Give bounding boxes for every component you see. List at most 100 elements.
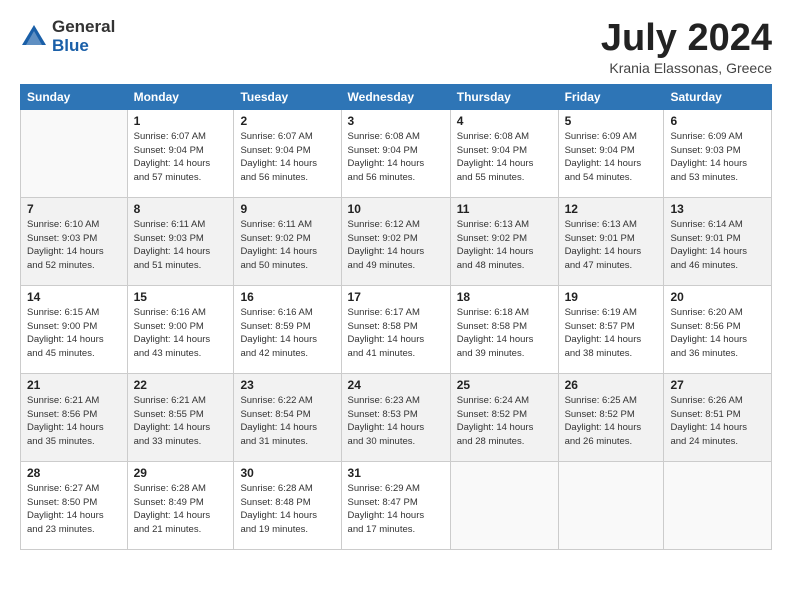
day-number: 11 <box>457 202 552 216</box>
day-info: Sunrise: 6:09 AM Sunset: 9:03 PM Dayligh… <box>670 130 765 185</box>
day-info: Sunrise: 6:07 AM Sunset: 9:04 PM Dayligh… <box>134 130 228 185</box>
calendar-cell: 28Sunrise: 6:27 AM Sunset: 8:50 PM Dayli… <box>21 461 128 549</box>
weekday-header-friday: Friday <box>558 84 664 109</box>
day-info: Sunrise: 6:16 AM Sunset: 8:59 PM Dayligh… <box>240 306 334 361</box>
weekday-header-row: SundayMondayTuesdayWednesdayThursdayFrid… <box>21 84 772 109</box>
day-number: 18 <box>457 290 552 304</box>
day-info: Sunrise: 6:20 AM Sunset: 8:56 PM Dayligh… <box>670 306 765 361</box>
day-number: 19 <box>565 290 658 304</box>
day-number: 9 <box>240 202 334 216</box>
weekday-header-saturday: Saturday <box>664 84 772 109</box>
day-number: 7 <box>27 202 121 216</box>
calendar-cell: 21 Sunrise: 6:21 AM Sunset: 8:56 PM Dayli… <box>21 373 128 461</box>
day-info: Sunrise: 6:29 AM Sunset: 8:47 PM Dayligh… <box>348 482 444 537</box>
calendar-cell: 20 Sunrise: 6:20 AM Sunset: 8:56 PM Dayli… <box>664 285 772 373</box>
header: General Blue July 2024 Krania Elassonas,… <box>20 18 772 76</box>
day-info: Sunrise: 6:21 AM Sunset: 8:55 PM Dayligh… <box>134 394 228 449</box>
day-info: Sunrise: 6:27 AM Sunset: 8:50 PM Dayligh… <box>27 482 121 537</box>
day-info: Sunrise: 6:09 AM Sunset: 9:04 PM Dayligh… <box>565 130 658 185</box>
day-info: Sunrise: 6:12 AM Sunset: 9:02 PM Dayligh… <box>348 218 444 273</box>
day-info: Sunrise: 6:24 AM Sunset: 8:52 PM Dayligh… <box>457 394 552 449</box>
week-row-2: 7 Sunrise: 6:10 AM Sunset: 9:03 PM Daylig… <box>21 197 772 285</box>
day-info: Sunrise: 6:22 AM Sunset: 8:54 PM Dayligh… <box>240 394 334 449</box>
calendar-cell <box>558 461 664 549</box>
day-info: Sunrise: 6:08 AM Sunset: 9:04 PM Dayligh… <box>457 130 552 185</box>
day-number: 12 <box>565 202 658 216</box>
day-number: 27 <box>670 378 765 392</box>
day-info: Sunrise: 6:13 AM Sunset: 9:02 PM Dayligh… <box>457 218 552 273</box>
day-number: 2 <box>240 114 334 128</box>
day-info: Sunrise: 6:07 AM Sunset: 9:04 PM Dayligh… <box>240 130 334 185</box>
calendar-cell: 9Sunrise: 6:11 AM Sunset: 9:02 PM Daylig… <box>234 197 341 285</box>
calendar-cell: 13Sunrise: 6:14 AM Sunset: 9:01 PM Dayli… <box>664 197 772 285</box>
logo-text: General Blue <box>52 18 115 55</box>
calendar-cell: 23 Sunrise: 6:22 AM Sunset: 8:54 PM Dayli… <box>234 373 341 461</box>
calendar-cell: 19 Sunrise: 6:19 AM Sunset: 8:57 PM Dayli… <box>558 285 664 373</box>
calendar-table: SundayMondayTuesdayWednesdayThursdayFrid… <box>20 84 772 550</box>
day-number: 25 <box>457 378 552 392</box>
title-block: July 2024 Krania Elassonas, Greece <box>601 18 772 76</box>
day-number: 1 <box>134 114 228 128</box>
day-info: Sunrise: 6:23 AM Sunset: 8:53 PM Dayligh… <box>348 394 444 449</box>
weekday-header-tuesday: Tuesday <box>234 84 341 109</box>
day-number: 24 <box>348 378 444 392</box>
month-title: July 2024 <box>601 18 772 60</box>
day-info: Sunrise: 6:10 AM Sunset: 9:03 PM Dayligh… <box>27 218 121 273</box>
day-number: 16 <box>240 290 334 304</box>
logo: General Blue <box>20 18 115 55</box>
calendar-cell <box>450 461 558 549</box>
calendar-cell: 24 Sunrise: 6:23 AM Sunset: 8:53 PM Dayli… <box>341 373 450 461</box>
logo-general: General <box>52 18 115 37</box>
day-info: Sunrise: 6:26 AM Sunset: 8:51 PM Dayligh… <box>670 394 765 449</box>
calendar-cell: 27 Sunrise: 6:26 AM Sunset: 8:51 PM Dayli… <box>664 373 772 461</box>
calendar-cell: 17Sunrise: 6:17 AM Sunset: 8:58 PM Dayli… <box>341 285 450 373</box>
day-info: Sunrise: 6:16 AM Sunset: 9:00 PM Dayligh… <box>134 306 228 361</box>
day-number: 15 <box>134 290 228 304</box>
calendar-cell: 10 Sunrise: 6:12 AM Sunset: 9:02 PM Dayli… <box>341 197 450 285</box>
day-number: 23 <box>240 378 334 392</box>
calendar-cell: 2 Sunrise: 6:07 AM Sunset: 9:04 PM Daylig… <box>234 109 341 197</box>
day-number: 5 <box>565 114 658 128</box>
week-row-3: 14Sunrise: 6:15 AM Sunset: 9:00 PM Dayli… <box>21 285 772 373</box>
calendar-cell: 25 Sunrise: 6:24 AM Sunset: 8:52 PM Dayli… <box>450 373 558 461</box>
calendar-cell: 26Sunrise: 6:25 AM Sunset: 8:52 PM Dayli… <box>558 373 664 461</box>
week-row-5: 28Sunrise: 6:27 AM Sunset: 8:50 PM Dayli… <box>21 461 772 549</box>
logo-blue: Blue <box>52 37 115 56</box>
day-info: Sunrise: 6:11 AM Sunset: 9:03 PM Dayligh… <box>134 218 228 273</box>
day-number: 22 <box>134 378 228 392</box>
calendar-cell: 11 Sunrise: 6:13 AM Sunset: 9:02 PM Dayli… <box>450 197 558 285</box>
weekday-header-monday: Monday <box>127 84 234 109</box>
calendar-cell: 18 Sunrise: 6:18 AM Sunset: 8:58 PM Dayli… <box>450 285 558 373</box>
calendar-cell: 30Sunrise: 6:28 AM Sunset: 8:48 PM Dayli… <box>234 461 341 549</box>
day-info: Sunrise: 6:13 AM Sunset: 9:01 PM Dayligh… <box>565 218 658 273</box>
day-number: 20 <box>670 290 765 304</box>
calendar-cell: 14Sunrise: 6:15 AM Sunset: 9:00 PM Dayli… <box>21 285 128 373</box>
calendar-cell <box>664 461 772 549</box>
calendar-cell: 7 Sunrise: 6:10 AM Sunset: 9:03 PM Daylig… <box>21 197 128 285</box>
calendar-cell: 16 Sunrise: 6:16 AM Sunset: 8:59 PM Dayli… <box>234 285 341 373</box>
day-info: Sunrise: 6:08 AM Sunset: 9:04 PM Dayligh… <box>348 130 444 185</box>
week-row-4: 21 Sunrise: 6:21 AM Sunset: 8:56 PM Dayli… <box>21 373 772 461</box>
day-number: 30 <box>240 466 334 480</box>
day-info: Sunrise: 6:14 AM Sunset: 9:01 PM Dayligh… <box>670 218 765 273</box>
day-info: Sunrise: 6:18 AM Sunset: 8:58 PM Dayligh… <box>457 306 552 361</box>
page: General Blue July 2024 Krania Elassonas,… <box>0 0 792 612</box>
calendar-cell: 1 Sunrise: 6:07 AM Sunset: 9:04 PM Daylig… <box>127 109 234 197</box>
calendar-cell: 5 Sunrise: 6:09 AM Sunset: 9:04 PM Daylig… <box>558 109 664 197</box>
day-number: 29 <box>134 466 228 480</box>
day-number: 14 <box>27 290 121 304</box>
day-info: Sunrise: 6:19 AM Sunset: 8:57 PM Dayligh… <box>565 306 658 361</box>
day-number: 26 <box>565 378 658 392</box>
day-number: 6 <box>670 114 765 128</box>
calendar-cell: 6 Sunrise: 6:09 AM Sunset: 9:03 PM Daylig… <box>664 109 772 197</box>
day-number: 10 <box>348 202 444 216</box>
day-info: Sunrise: 6:21 AM Sunset: 8:56 PM Dayligh… <box>27 394 121 449</box>
week-row-1: 1 Sunrise: 6:07 AM Sunset: 9:04 PM Daylig… <box>21 109 772 197</box>
day-number: 21 <box>27 378 121 392</box>
calendar-cell: 12 Sunrise: 6:13 AM Sunset: 9:01 PM Dayli… <box>558 197 664 285</box>
weekday-header-wednesday: Wednesday <box>341 84 450 109</box>
calendar-cell: 3Sunrise: 6:08 AM Sunset: 9:04 PM Daylig… <box>341 109 450 197</box>
calendar-cell: 4 Sunrise: 6:08 AM Sunset: 9:04 PM Daylig… <box>450 109 558 197</box>
day-number: 4 <box>457 114 552 128</box>
logo-icon <box>20 23 48 51</box>
